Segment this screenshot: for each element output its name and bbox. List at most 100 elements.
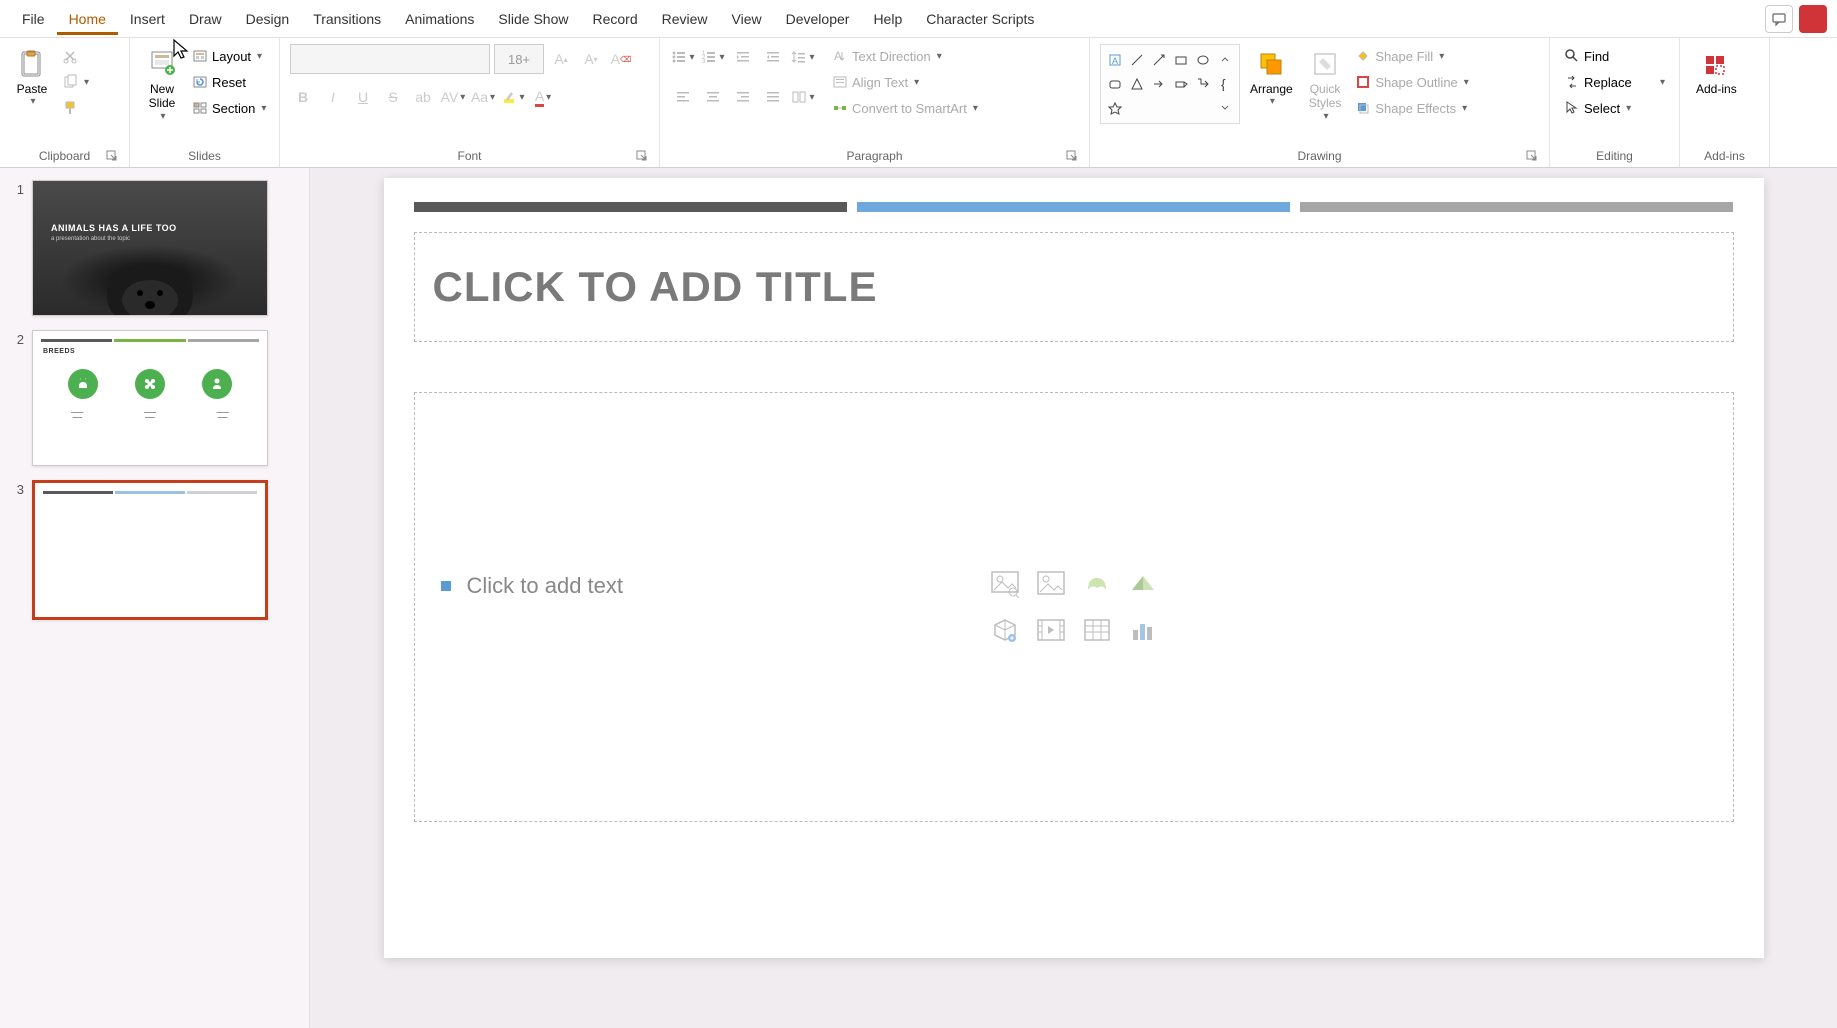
bullets-icon[interactable]: ▾ <box>670 44 696 70</box>
drawing-group-label: Drawing <box>1100 147 1539 165</box>
tab-home[interactable]: Home <box>57 3 118 35</box>
justify-icon[interactable] <box>760 84 786 110</box>
slide-canvas[interactable]: CLICK TO ADD TITLE Click to add text <box>384 178 1764 958</box>
convert-smartart-button[interactable]: Convert to SmartArt▾ <box>828 96 982 120</box>
font-color-icon[interactable]: A▾ <box>530 84 556 110</box>
italic-icon[interactable]: I <box>320 84 346 110</box>
tab-transitions[interactable]: Transitions <box>301 3 393 35</box>
tab-insert[interactable]: Insert <box>118 3 177 35</box>
paragraph-launcher-icon[interactable] <box>1065 149 1079 163</box>
insert-table-icon[interactable] <box>1077 610 1117 650</box>
font-launcher-icon[interactable] <box>635 149 649 163</box>
ribbon: Paste ▾ ▾ Clipboard <box>0 38 1837 168</box>
tab-animations[interactable]: Animations <box>393 3 486 35</box>
columns-icon[interactable]: ▾ <box>790 84 816 110</box>
tab-review[interactable]: Review <box>650 3 720 35</box>
slide-panel[interactable]: 1 ANIMALS HAS A LIFE TOO a presentation … <box>0 168 310 1028</box>
title-placeholder[interactable]: CLICK TO ADD TITLE <box>414 232 1734 342</box>
tab-file[interactable]: File <box>10 3 57 35</box>
slide-thumb-3[interactable] <box>32 480 268 620</box>
section-button[interactable]: Section▾ <box>188 96 270 120</box>
numbering-icon[interactable]: 123▾ <box>700 44 726 70</box>
character-spacing-icon[interactable]: AV▾ <box>440 84 466 110</box>
paste-button[interactable]: Paste ▾ <box>10 44 54 111</box>
editing-group-label: Editing <box>1560 147 1669 165</box>
addins-button[interactable]: Add-ins <box>1690 44 1743 100</box>
increase-font-icon[interactable]: A▴ <box>548 46 574 72</box>
slide-thumb-1[interactable]: ANIMALS HAS A LIFE TOO a presentation ab… <box>32 180 268 316</box>
clear-formatting-icon[interactable]: A⌫ <box>608 46 634 72</box>
svg-text:A: A <box>834 49 842 63</box>
font-name-input[interactable] <box>290 44 490 74</box>
tab-design[interactable]: Design <box>234 3 302 35</box>
drawing-launcher-icon[interactable] <box>1525 149 1539 163</box>
increase-indent-icon[interactable] <box>760 44 786 70</box>
svg-text:{: { <box>1221 77 1226 91</box>
reset-button[interactable]: Reset <box>188 70 270 94</box>
clipboard-group-label: Clipboard <box>10 147 119 165</box>
align-right-icon[interactable] <box>730 84 756 110</box>
tab-record[interactable]: Record <box>580 3 649 35</box>
line-spacing-icon[interactable]: ▾ <box>790 44 816 70</box>
insert-video-icon[interactable] <box>1031 610 1071 650</box>
insert-smartart-icon[interactable] <box>1123 564 1163 604</box>
tab-help[interactable]: Help <box>861 3 914 35</box>
copy-button[interactable]: ▾ <box>58 70 93 94</box>
decrease-font-icon[interactable]: A▾ <box>578 46 604 72</box>
slide-number: 2 <box>8 330 24 347</box>
slide-thumb-2[interactable]: BREEDS ━━━━━━━━━ ━━━━━━━━━ ━━━━━━━━━ <box>32 330 268 466</box>
close-icon[interactable] <box>1799 5 1827 33</box>
align-text-button[interactable]: Align Text▾ <box>828 70 982 94</box>
clipboard-launcher-icon[interactable] <box>105 149 119 163</box>
quick-styles-button[interactable]: Quick Styles ▾ <box>1303 44 1348 126</box>
insert-icon-icon[interactable] <box>1077 564 1117 604</box>
insert-3d-model-icon[interactable] <box>985 610 1025 650</box>
highlight-icon[interactable]: ▾ <box>500 84 526 110</box>
shape-outline-button[interactable]: Shape Outline▾ <box>1351 70 1472 94</box>
strikethrough-icon[interactable]: S <box>380 84 406 110</box>
text-direction-button[interactable]: A Text Direction▾ <box>828 44 982 68</box>
tab-view[interactable]: View <box>720 3 774 35</box>
bold-icon[interactable]: B <box>290 84 316 110</box>
insert-picture-icon[interactable] <box>1031 564 1071 604</box>
layout-button[interactable]: Layout▾ <box>188 44 270 68</box>
find-button[interactable]: Find <box>1560 44 1669 68</box>
bullet-icon <box>441 581 451 591</box>
underline-icon[interactable]: U <box>350 84 376 110</box>
new-slide-button[interactable]: New Slide ▾ <box>140 44 184 126</box>
align-left-icon[interactable] <box>670 84 696 110</box>
tab-character-scripts[interactable]: Character Scripts <box>914 3 1046 35</box>
replace-button[interactable]: Replace ▾ <box>1560 70 1669 94</box>
slides-group-label: Slides <box>140 147 269 165</box>
svg-text:A: A <box>1112 56 1118 66</box>
insert-chart-icon[interactable] <box>1123 610 1163 650</box>
tab-developer[interactable]: Developer <box>774 3 862 35</box>
shape-effects-button[interactable]: Shape Effects▾ <box>1351 96 1472 120</box>
svg-text:3: 3 <box>702 59 706 65</box>
decrease-indent-icon[interactable] <box>730 44 756 70</box>
comments-icon[interactable] <box>1765 5 1793 33</box>
insert-stock-image-icon[interactable] <box>985 564 1025 604</box>
shapes-gallery[interactable]: A { <box>1100 44 1240 124</box>
shape-fill-button[interactable]: Shape Fill▾ <box>1351 44 1472 68</box>
tab-draw[interactable]: Draw <box>177 3 234 35</box>
tab-slideshow[interactable]: Slide Show <box>486 3 580 35</box>
canvas-area[interactable]: CLICK TO ADD TITLE Click to add text <box>310 168 1837 1028</box>
cut-button[interactable] <box>58 44 93 68</box>
select-button[interactable]: Select▾ <box>1560 96 1669 120</box>
slide-number: 3 <box>8 480 24 497</box>
change-case-icon[interactable]: Aa▾ <box>470 84 496 110</box>
slide-number: 1 <box>8 180 24 197</box>
font-size-input[interactable]: 18+ <box>494 44 544 74</box>
menu-bar: File Home Insert Draw Design Transitions… <box>0 0 1837 38</box>
title-placeholder-text: CLICK TO ADD TITLE <box>433 263 1715 311</box>
arrange-button[interactable]: Arrange ▾ <box>1244 44 1299 111</box>
content-insert-icons <box>985 564 1163 650</box>
decorative-bars <box>414 202 1734 212</box>
shadow-icon[interactable]: ab <box>410 84 436 110</box>
content-placeholder[interactable]: Click to add text <box>414 392 1734 822</box>
format-painter-button[interactable] <box>58 96 93 120</box>
paragraph-group-label: Paragraph <box>670 147 1079 165</box>
content-placeholder-text: Click to add text <box>467 573 624 599</box>
align-center-icon[interactable] <box>700 84 726 110</box>
